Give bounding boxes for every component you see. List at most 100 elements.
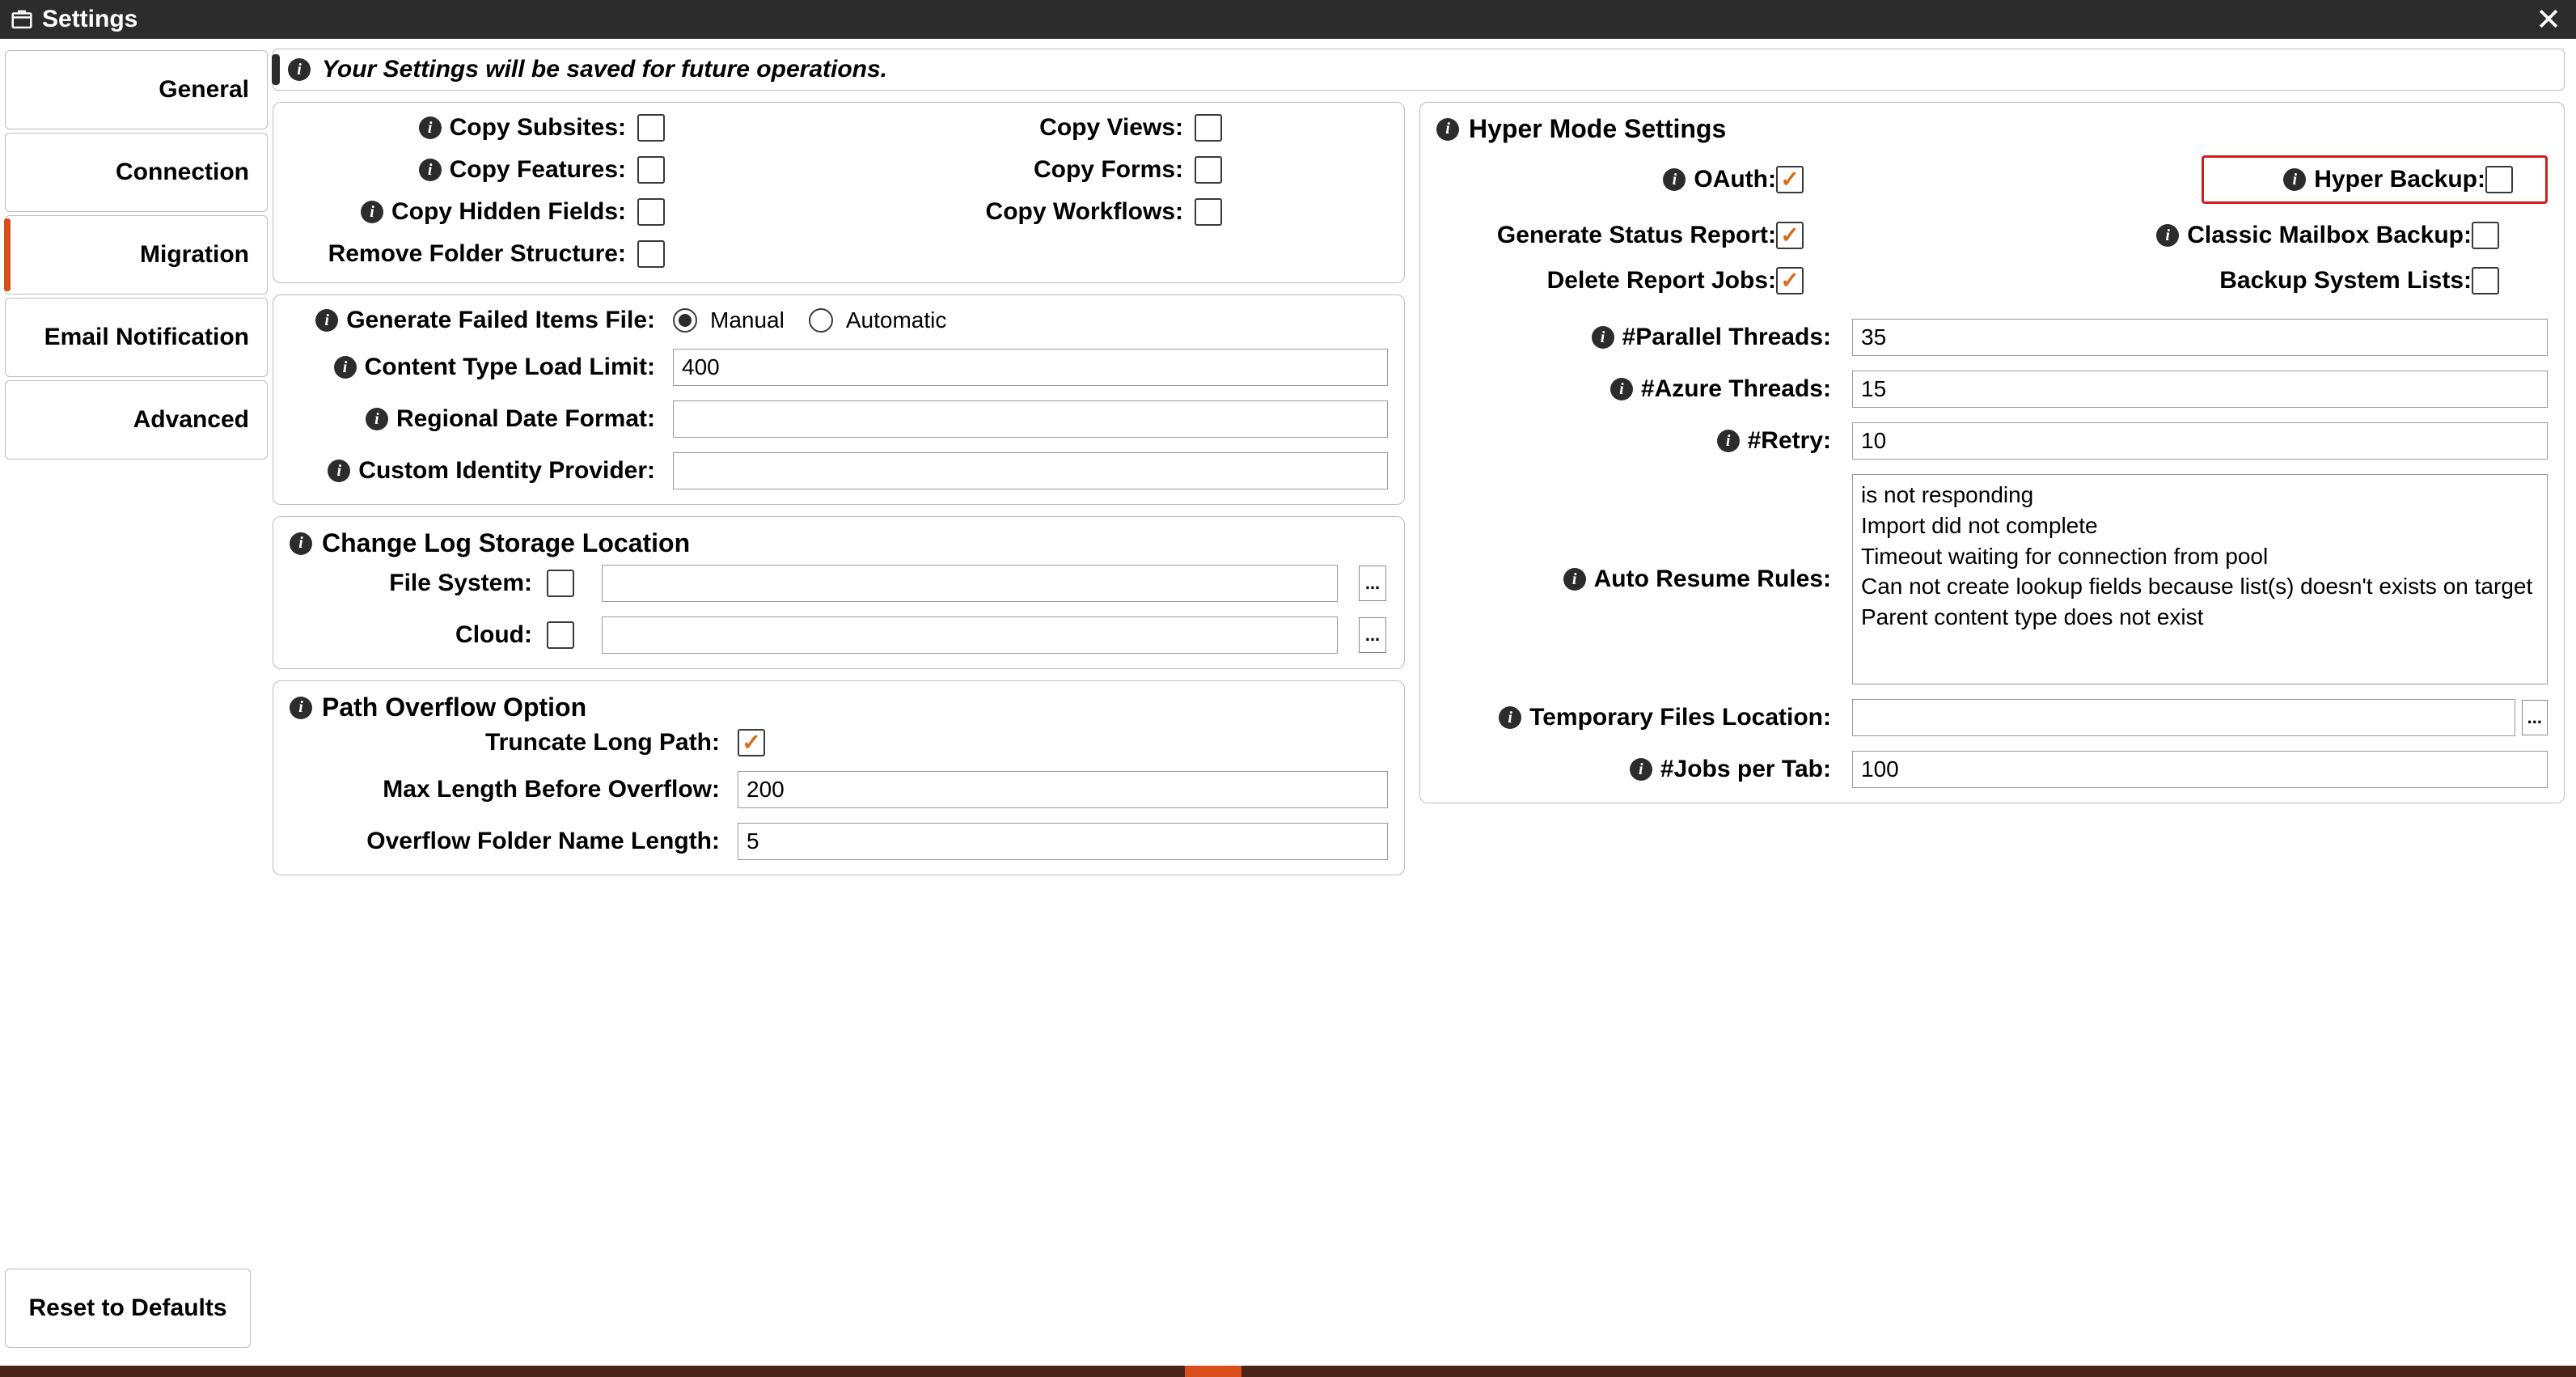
- content-area: Your Settings will be saved for future o…: [271, 39, 2576, 1366]
- copy-forms-label: Copy Forms:: [1034, 156, 1183, 184]
- classic-mailbox-backup-label: Classic Mailbox Backup:: [2187, 222, 2472, 249]
- tab-label: Connection: [116, 159, 249, 186]
- info-icon: [1563, 568, 1586, 591]
- copy-forms-checkbox[interactable]: [1195, 156, 1222, 184]
- cloud-label: Cloud:: [455, 621, 532, 649]
- azure-threads-label: #Azure Threads:: [1641, 375, 1831, 403]
- file-system-checkbox[interactable]: [547, 570, 574, 597]
- azure-threads-input[interactable]: [1852, 371, 2548, 408]
- close-icon[interactable]: ✕: [2531, 2, 2566, 38]
- failed-items-automatic-radio[interactable]: [809, 308, 833, 333]
- regional-date-format-input[interactable]: [673, 400, 1388, 438]
- copy-views-checkbox[interactable]: [1195, 114, 1222, 142]
- tab-label: Email Notification: [44, 324, 249, 351]
- info-icon: [1630, 758, 1652, 781]
- max-length-before-overflow-label: Max Length Before Overflow:: [383, 776, 720, 803]
- info-banner-text: Your Settings will be saved for future o…: [322, 56, 887, 83]
- backup-system-lists-checkbox[interactable]: [2472, 267, 2499, 294]
- auto-resume-rules-label: Auto Resume Rules:: [1594, 566, 1831, 593]
- hyper-backup-checkbox[interactable]: [2485, 166, 2513, 193]
- info-icon: [366, 408, 388, 430]
- info-icon: [419, 117, 442, 139]
- copy-features-checkbox[interactable]: [637, 156, 665, 184]
- parallel-threads-label: #Parallel Threads:: [1622, 324, 1831, 351]
- temporary-files-location-label: Temporary Files Location:: [1529, 704, 1831, 731]
- tab-email-notification[interactable]: Email Notification: [5, 298, 268, 377]
- path-overflow-panel: Path Overflow Option Truncate Long Path:…: [273, 680, 1405, 875]
- hyper-backup-highlight: Hyper Backup:: [2202, 155, 2548, 204]
- temporary-files-location-browse-button[interactable]: ...: [2522, 700, 2548, 735]
- info-icon: [1499, 706, 1521, 729]
- reset-to-defaults-button[interactable]: Reset to Defaults: [5, 1269, 251, 1348]
- tab-migration[interactable]: Migration: [5, 215, 268, 294]
- info-icon: [361, 201, 383, 223]
- info-icon: [334, 356, 357, 379]
- window-title: Settings: [42, 6, 137, 33]
- change-log-panel: Change Log Storage Location File System:…: [273, 516, 1405, 669]
- info-icon: [290, 697, 312, 719]
- copy-hidden-fields-label: Copy Hidden Fields:: [391, 198, 626, 226]
- jobs-per-tab-label: #Jobs per Tab:: [1660, 756, 1831, 783]
- backup-system-lists-label: Backup System Lists:: [2219, 267, 2472, 294]
- file-system-browse-button[interactable]: ...: [1359, 566, 1386, 601]
- custom-identity-provider-input[interactable]: [673, 452, 1388, 489]
- temporary-files-location-input[interactable]: [1852, 699, 2515, 736]
- delete-report-jobs-checkbox[interactable]: [1776, 267, 1804, 294]
- regional-date-format-label: Regional Date Format:: [396, 405, 655, 433]
- oauth-label: OAuth:: [1694, 166, 1776, 193]
- generate-status-report-checkbox[interactable]: [1776, 222, 1804, 249]
- hyper-mode-title: Hyper Mode Settings: [1469, 114, 1726, 144]
- info-icon: [288, 58, 311, 81]
- tab-general[interactable]: General: [5, 50, 268, 129]
- classic-mailbox-backup-checkbox[interactable]: [2472, 222, 2499, 249]
- copy-hidden-fields-checkbox[interactable]: [637, 198, 665, 226]
- remove-folder-structure-checkbox[interactable]: [637, 240, 665, 268]
- retry-input[interactable]: [1852, 422, 2548, 460]
- cloud-checkbox[interactable]: [547, 621, 574, 649]
- retry-label: #Retry:: [1748, 427, 1831, 455]
- tab-label: Migration: [140, 241, 249, 269]
- copy-views-label: Copy Views:: [1039, 114, 1183, 142]
- parallel-threads-input[interactable]: [1852, 319, 2548, 356]
- custom-identity-provider-label: Custom Identity Provider:: [358, 457, 655, 485]
- content-type-load-limit-input[interactable]: [673, 349, 1388, 386]
- status-bar: [0, 1366, 2576, 1377]
- tab-connection[interactable]: Connection: [5, 133, 268, 212]
- content-type-load-limit-label: Content Type Load Limit:: [365, 354, 655, 381]
- radio-manual-label: Manual: [710, 307, 785, 333]
- overflow-folder-name-length-label: Overflow Folder Name Length:: [366, 828, 720, 855]
- info-banner: Your Settings will be saved for future o…: [273, 49, 2565, 91]
- path-overflow-title: Path Overflow Option: [322, 693, 586, 722]
- change-log-title: Change Log Storage Location: [322, 528, 690, 558]
- radio-automatic-label: Automatic: [846, 307, 947, 333]
- oauth-checkbox[interactable]: [1776, 166, 1804, 193]
- cloud-path-input[interactable]: [602, 616, 1338, 654]
- copy-workflows-checkbox[interactable]: [1195, 198, 1222, 226]
- info-icon: [1663, 168, 1686, 191]
- file-system-path-input[interactable]: [602, 565, 1338, 602]
- file-system-label: File System:: [389, 570, 532, 597]
- info-icon: [2156, 224, 2179, 247]
- auto-resume-rules-textarea[interactable]: [1852, 474, 2548, 684]
- info-icon: [290, 532, 312, 555]
- copy-subsites-label: Copy Subsites:: [450, 114, 626, 142]
- hyper-mode-panel: Hyper Mode Settings OAuth: Hyper Backup:: [1419, 102, 2565, 803]
- copy-subsites-checkbox[interactable]: [637, 114, 665, 142]
- tab-advanced[interactable]: Advanced: [5, 380, 268, 460]
- sidebar: General Connection Migration Email Notif…: [0, 39, 271, 1366]
- info-icon: [2283, 168, 2306, 191]
- copy-workflows-label: Copy Workflows:: [986, 198, 1183, 226]
- info-icon: [419, 159, 442, 181]
- generate-status-report-label: Generate Status Report:: [1497, 222, 1776, 249]
- truncate-long-path-label: Truncate Long Path:: [485, 729, 720, 756]
- max-length-before-overflow-input[interactable]: [738, 771, 1388, 808]
- cloud-browse-button[interactable]: ...: [1359, 617, 1386, 653]
- remove-folder-structure-label: Remove Folder Structure:: [328, 240, 626, 268]
- settings-window-icon: [10, 7, 34, 32]
- tab-label: General: [159, 76, 249, 104]
- overflow-folder-name-length-input[interactable]: [738, 823, 1388, 860]
- jobs-per-tab-input[interactable]: [1852, 751, 2548, 788]
- tab-label: Advanced: [133, 406, 249, 434]
- failed-items-manual-radio[interactable]: [673, 308, 697, 333]
- truncate-long-path-checkbox[interactable]: [738, 729, 765, 756]
